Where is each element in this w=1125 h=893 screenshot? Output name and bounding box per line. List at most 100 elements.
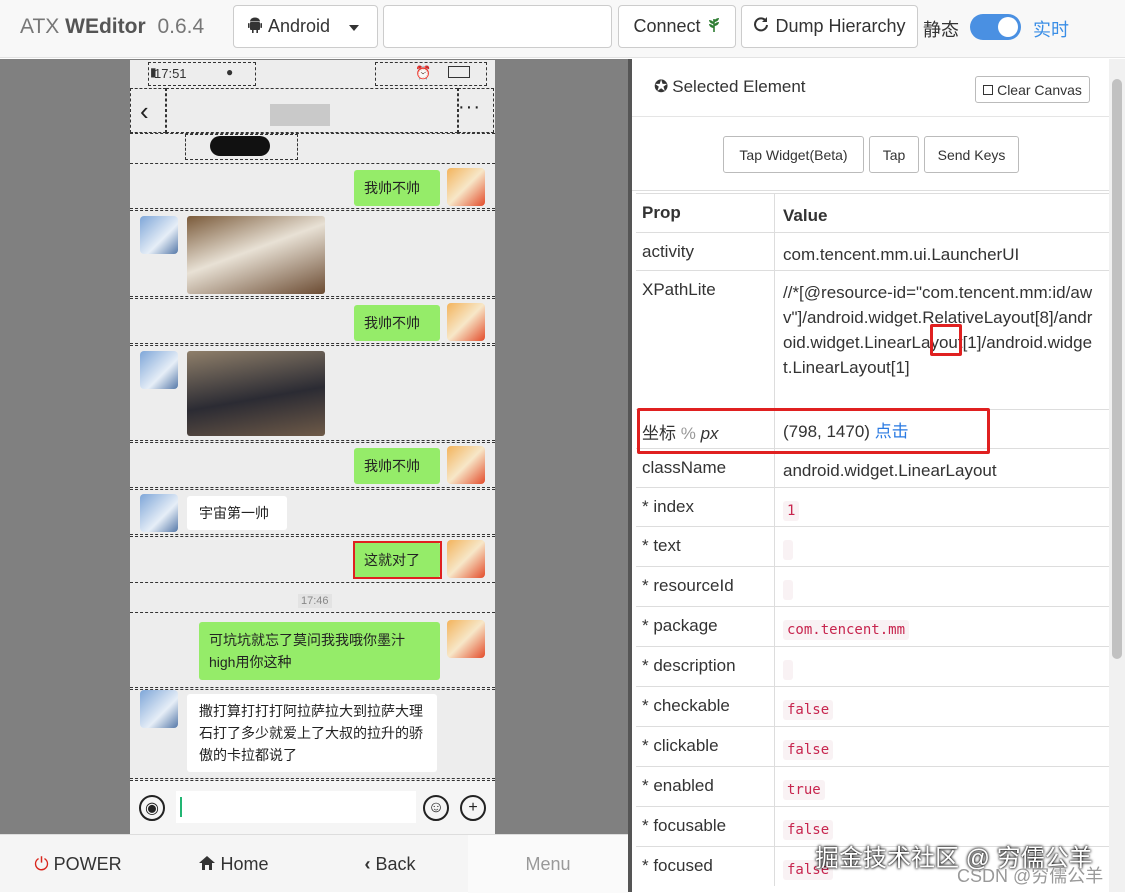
partial-image xyxy=(210,136,270,156)
message-row-6[interactable] xyxy=(130,489,495,535)
avatar-self[interactable] xyxy=(447,620,485,658)
message-row-5[interactable] xyxy=(130,442,495,488)
platform-label: Android xyxy=(268,16,331,36)
menu-button[interactable]: Menu xyxy=(468,835,628,893)
prop-value: false xyxy=(783,700,834,720)
connect-button[interactable]: Connect xyxy=(618,5,736,48)
watermark-sub: CSDN @穷儒公羊 xyxy=(957,866,1104,886)
send-keys-button[interactable]: Send Keys xyxy=(924,136,1019,173)
device-screen[interactable]: 17:51 ▮ ● ⏰ ‹ ··· 我帅不帅 我帅不帅 我帅不帅 宇宙第一帅 这… xyxy=(130,60,495,834)
table-row: * text xyxy=(636,526,1109,566)
dump-hierarchy-button[interactable]: Dump Hierarchy xyxy=(741,5,918,48)
connect-label: Connect xyxy=(633,16,701,36)
table-row: * clickable false xyxy=(636,726,1109,766)
empty-value xyxy=(783,579,793,600)
status-bar[interactable]: 17:51 ▮ ● ⏰ xyxy=(130,60,495,88)
avatar-friend[interactable] xyxy=(140,351,178,389)
more-icon[interactable]: ··· xyxy=(458,96,481,119)
inspector-panel: ✪ Selected Element Clear Canvas Tap Widge… xyxy=(628,59,1125,892)
selected-element-header: ✪ Selected Element Clear Canvas xyxy=(632,59,1109,117)
prop-name: * text xyxy=(636,527,775,566)
avatar-self[interactable] xyxy=(447,540,485,578)
value-header: Value xyxy=(783,206,828,225)
tap-widget-button[interactable]: Tap Widget(Beta) xyxy=(723,136,864,173)
add-icon[interactable]: + xyxy=(460,795,486,821)
avatar-self[interactable] xyxy=(447,303,485,341)
clear-canvas-button[interactable]: Clear Canvas xyxy=(975,76,1090,103)
back-arrow-icon[interactable]: ‹ xyxy=(140,96,149,127)
alarm-icon: ⏰ xyxy=(415,65,432,80)
table-row-xpath: XPathLite //*[@resource-id="com.tencent.… xyxy=(636,270,1109,409)
message-bubble-8[interactable]: 可坑坑就忘了莫问我我哦你墨汁 high用你这种 xyxy=(199,622,440,680)
car-photo-black[interactable] xyxy=(187,351,325,436)
message-bubble-6[interactable]: 宇宙第一帅 xyxy=(187,496,287,530)
attribute-rows: * index 1 * text * resourceId * package com.t… xyxy=(636,487,1109,886)
home-label: Home xyxy=(220,853,269,874)
prop-value: true xyxy=(783,780,825,800)
prop-name: * description xyxy=(636,647,775,686)
message-row-1[interactable] xyxy=(130,163,495,209)
prop-name: className xyxy=(636,449,775,487)
avatar-friend[interactable] xyxy=(140,216,178,254)
prop-value-cell: 1 xyxy=(775,488,1109,526)
back-button[interactable]: ‹ Back xyxy=(312,835,468,893)
chat-input-bar: ◉ ☺ + xyxy=(130,780,495,834)
app-name-prefix: ATX xyxy=(20,15,60,38)
static-mode-label: 静态 xyxy=(923,20,959,40)
tap-button[interactable]: Tap xyxy=(869,136,919,173)
properties-table: Prop Value activity com.tencent.mm.ui.La… xyxy=(636,193,1109,886)
power-label: POWER xyxy=(53,853,122,874)
live-mode-label[interactable]: 实时 xyxy=(1033,16,1069,42)
table-header-row: Prop Value xyxy=(636,193,1109,232)
checkbox-icon xyxy=(983,84,994,95)
avatar-friend[interactable] xyxy=(140,494,178,532)
top-toolbar: ATX WEditor 0.6.4 Android Connect Dump H… xyxy=(0,0,1125,58)
prop-header: Prop xyxy=(636,194,775,232)
power-button[interactable]: ⏻ POWER xyxy=(0,835,156,893)
emoji-icon[interactable]: ☺ xyxy=(423,795,449,821)
car-photo-white[interactable] xyxy=(187,216,325,294)
signal-icon: ▮ xyxy=(150,65,157,79)
dump-label: Dump Hierarchy xyxy=(775,16,906,36)
prop-value: false xyxy=(783,820,834,840)
avatar-self[interactable] xyxy=(447,168,485,206)
crosshair-icon: ✪ xyxy=(654,77,669,96)
platform-select[interactable]: Android xyxy=(233,5,378,48)
power-icon: ⏻ xyxy=(34,853,49,874)
annotation-box-index xyxy=(930,324,962,356)
home-icon xyxy=(199,854,216,875)
panel-scrollbar[interactable] xyxy=(1109,59,1125,892)
prop-value-cell xyxy=(775,567,1109,606)
prop-value-cell: true xyxy=(775,767,1109,806)
chat-title-blurred xyxy=(270,104,330,126)
prop-value-cell: false xyxy=(775,727,1109,766)
prop-value: false xyxy=(783,740,834,760)
live-mode-toggle[interactable] xyxy=(970,14,1021,40)
prop-value: com.tencent.mm xyxy=(783,620,910,640)
selected-element-label: Selected Element xyxy=(672,77,806,96)
message-row-3[interactable] xyxy=(130,298,495,344)
prop-value-cell: com.tencent.mm xyxy=(775,607,1109,646)
voice-icon[interactable]: ◉ xyxy=(139,795,165,821)
message-bubble-1[interactable]: 我帅不帅 xyxy=(354,170,440,206)
message-icon: ● xyxy=(226,65,234,79)
avatar-friend[interactable] xyxy=(140,690,178,728)
message-bubble-5[interactable]: 我帅不帅 xyxy=(354,448,440,484)
home-button[interactable]: Home xyxy=(156,835,312,893)
app-version: 0.6.4 xyxy=(157,15,205,38)
table-row: * enabled true xyxy=(636,766,1109,806)
table-row: * resourceId xyxy=(636,566,1109,606)
prop-value-cell: false xyxy=(775,687,1109,726)
scrollbar-thumb[interactable] xyxy=(1112,79,1122,659)
plant-icon xyxy=(707,15,721,38)
message-input[interactable] xyxy=(176,791,416,823)
table-row: * package com.tencent.mm xyxy=(636,606,1109,646)
prop-value-cell xyxy=(775,527,1109,566)
device-serial-input[interactable] xyxy=(383,5,612,48)
avatar-self[interactable] xyxy=(447,446,485,484)
message-bubble-3[interactable]: 我帅不帅 xyxy=(354,305,440,341)
prop-value-cell xyxy=(775,647,1109,686)
table-row-activity: activity com.tencent.mm.ui.LauncherUI xyxy=(636,232,1109,270)
battery-icon xyxy=(448,66,470,78)
message-bubble-9[interactable]: 撒打算打打打阿拉萨拉大到拉萨大理石打了多少就爱上了大叔的拉升的骄傲的卡拉都说了 xyxy=(187,694,437,772)
